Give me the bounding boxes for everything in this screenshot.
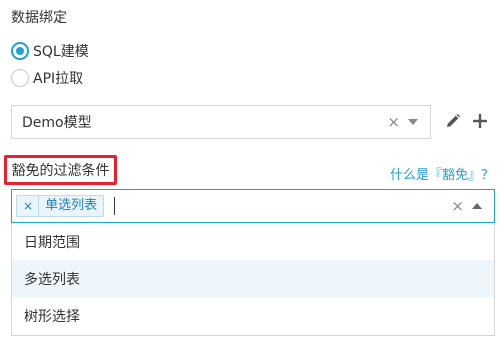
selected-tag-label: 单选列表 — [45, 198, 98, 213]
pencil-icon[interactable] — [445, 113, 461, 129]
tag-remove-icon[interactable]: × — [17, 196, 40, 216]
radio-sql-model-label: SQL建模 — [33, 44, 89, 60]
radio-checked-icon[interactable] — [11, 42, 29, 60]
filter-dropdown: 日期范围 多选列表 树形选择 — [11, 223, 495, 336]
radio-api-fetch[interactable]: API拉取 — [11, 68, 83, 88]
exempt-filter-label: 豁免的过滤条件 — [4, 155, 117, 185]
section-title: 数据绑定 — [11, 10, 67, 26]
plus-icon[interactable] — [472, 113, 488, 129]
selected-tag: × 单选列表 — [16, 195, 105, 217]
clear-icon[interactable]: × — [451, 198, 464, 214]
model-select[interactable]: Demo模型 × — [11, 105, 431, 139]
radio-unchecked-icon[interactable] — [11, 69, 29, 87]
close-icon[interactable]: × — [387, 114, 400, 130]
option-date-range[interactable]: 日期范围 — [12, 223, 494, 260]
model-select-value: Demo模型 — [22, 115, 92, 131]
exempt-help-link[interactable]: 什么是『豁免』？ — [390, 164, 494, 183]
text-cursor — [114, 197, 116, 215]
exempt-filter-select[interactable]: × 单选列表 × — [11, 189, 495, 223]
radio-api-fetch-label: API拉取 — [33, 71, 84, 87]
option-multi-select-list[interactable]: 多选列表 — [12, 260, 494, 297]
caret-up-icon[interactable] — [472, 203, 482, 209]
radio-sql-model[interactable]: SQL建模 — [11, 41, 89, 61]
caret-down-icon[interactable] — [408, 119, 418, 125]
option-tree-select[interactable]: 树形选择 — [12, 297, 494, 334]
